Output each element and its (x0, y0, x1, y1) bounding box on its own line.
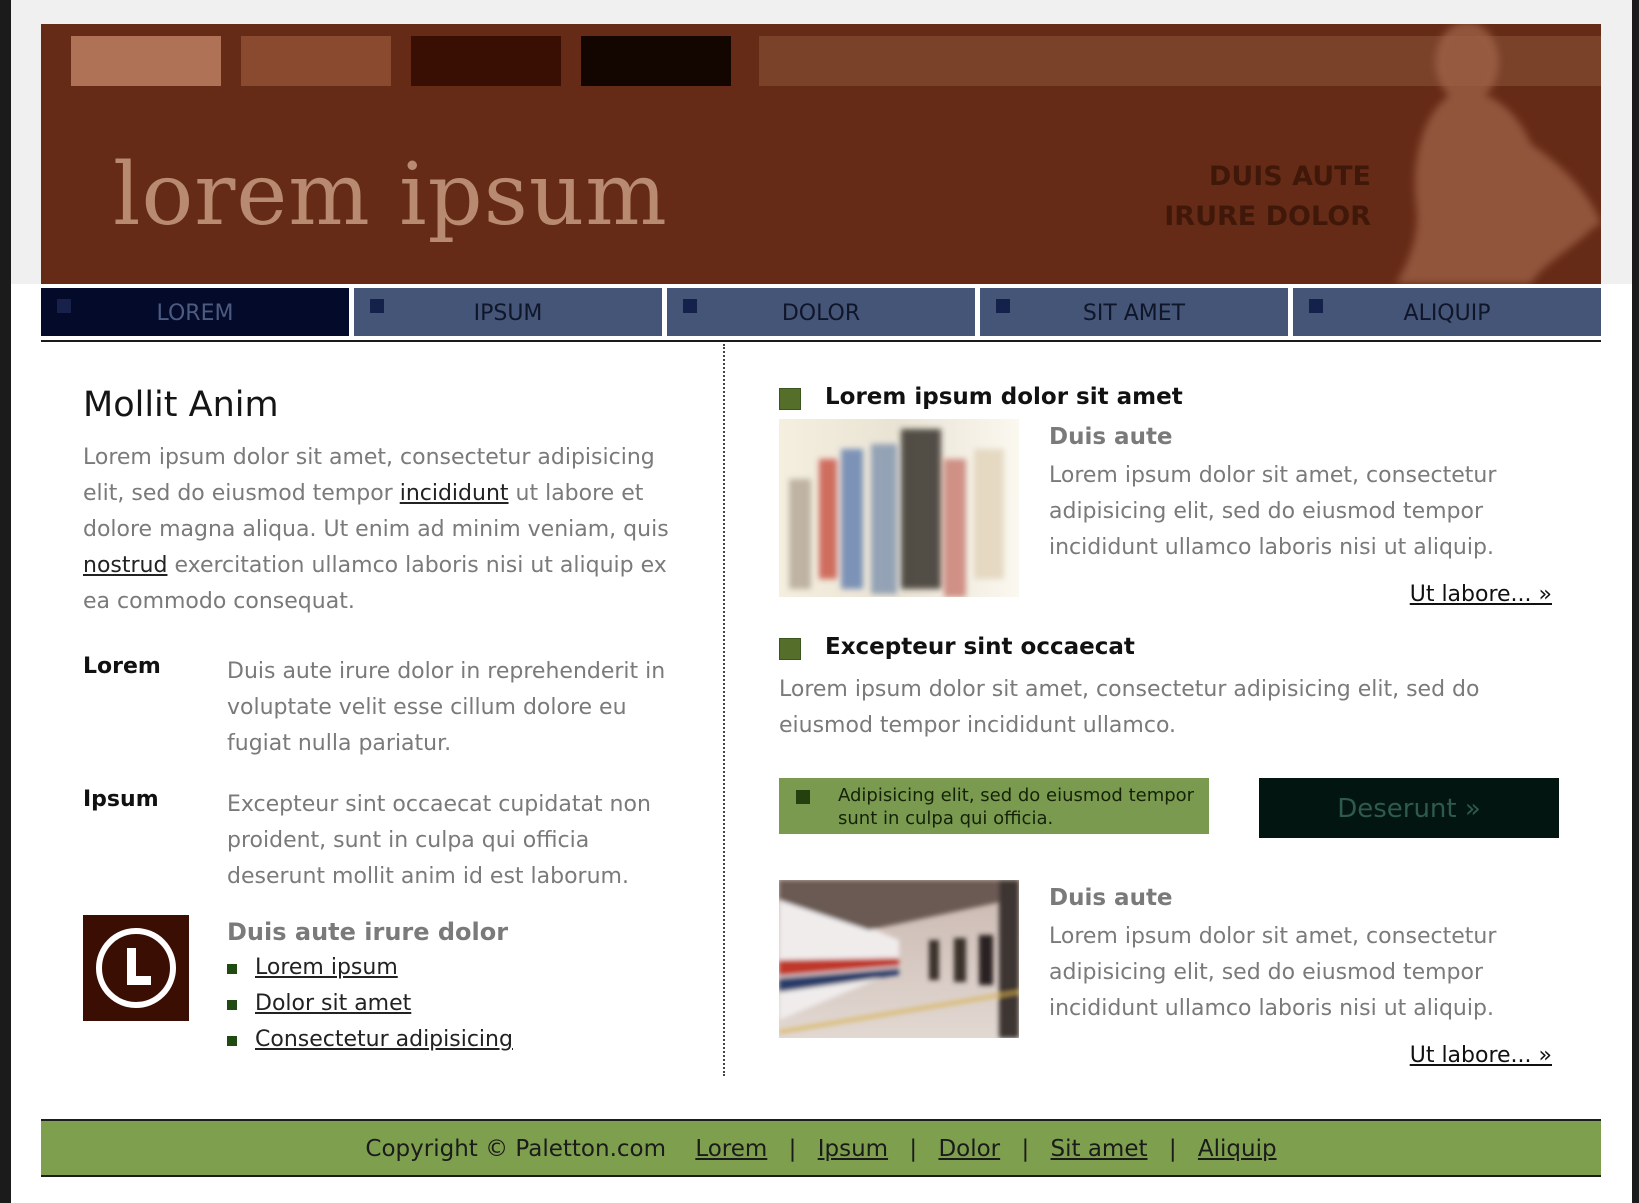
nav-item-ipsum[interactable]: IPSUM (354, 288, 662, 336)
definition-description: Excepteur sint occaecat cupidatat non pr… (227, 792, 651, 889)
article-subtitle: Duis aute (1049, 424, 1173, 450)
site-footer: Copyright © Paletton.com Lorem | Ipsum |… (41, 1119, 1601, 1177)
definition-description: Duis aute irure dolor in reprehenderit i… (227, 659, 666, 756)
nav-item-label: LOREM (156, 301, 234, 326)
intro-paragraph: Lorem ipsum dolor sit amet, consectetur … (83, 440, 683, 620)
list-item: Dolor sit amet (227, 986, 687, 1022)
read-more-link[interactable]: Ut labore... » (1410, 582, 1552, 607)
column-divider (723, 344, 725, 1076)
footer-link-sit-amet[interactable]: Sit amet (1051, 1136, 1148, 1162)
page-gutter-left (11, 24, 41, 284)
nav-item-lorem[interactable]: LOREM (41, 288, 349, 336)
article-body: Lorem ipsum dolor sit amet, consectetur … (1049, 924, 1497, 1021)
square-bullet-icon (683, 299, 697, 313)
square-bullet-icon (796, 790, 810, 804)
circled-letter-l-icon (83, 915, 189, 1021)
article-2: Duis aute Lorem ipsum dolor sit amet, co… (1049, 885, 1559, 1027)
nav-item-label: IPSUM (473, 301, 543, 326)
footer-separator: | (909, 1136, 918, 1162)
article-subtitle: Duis aute (1049, 885, 1173, 911)
notice-box: Adipisicing elit, sed do eiusmod tempor … (779, 778, 1209, 834)
deserunt-button[interactable]: Deserunt » (1259, 778, 1559, 838)
color-swatch-dark (411, 36, 561, 86)
header-tagline: DUIS AUTE IRURE DOLOR (1081, 157, 1371, 237)
copyright-text: Copyright © Paletton.com (365, 1136, 667, 1162)
nav-item-sit-amet[interactable]: SIT AMET (980, 288, 1288, 336)
square-bullet-icon (779, 638, 801, 660)
train-photo-image (779, 880, 1019, 1038)
link-dolor-sit-amet[interactable]: Dolor sit amet (255, 991, 411, 1016)
definition-term: Lorem (83, 654, 161, 679)
top-strip (11, 0, 1632, 24)
footer-link-ipsum[interactable]: Ipsum (818, 1136, 888, 1162)
window-edge-left (0, 0, 11, 1203)
intro-text: exercitation ullamco laboris nisi ut ali… (83, 553, 667, 614)
square-bullet-icon (779, 388, 801, 410)
article-1: Duis aute Lorem ipsum dolor sit amet, co… (1049, 424, 1559, 566)
notice-text: Adipisicing elit, sed do eiusmod tempor … (838, 785, 1195, 829)
nav-item-label: DOLOR (781, 301, 861, 326)
link-lorem-ipsum[interactable]: Lorem ipsum (255, 955, 398, 980)
footer-link-lorem[interactable]: Lorem (695, 1136, 767, 1162)
main-navigation: LOREM IPSUM DOLOR SIT AMET ALIQUIP (41, 288, 1601, 336)
tagline-line-2: IRURE DOLOR (1164, 201, 1371, 232)
square-bullet-icon (57, 299, 71, 313)
link-consectetur-adipisicing[interactable]: Consectetur adipisicing (255, 1027, 513, 1052)
color-swatch-medium (241, 36, 391, 86)
nav-item-label: SIT AMET (1082, 301, 1186, 326)
list-item: Lorem ipsum (227, 950, 687, 986)
footer-link-dolor[interactable]: Dolor (938, 1136, 1000, 1162)
site-header: lorem ipsum DUIS AUTE IRURE DOLOR (41, 24, 1601, 284)
section-heading-text: Excepteur sint occaecat (825, 634, 1135, 660)
color-swatch-light (71, 36, 221, 86)
square-bullet-icon (370, 299, 384, 313)
footer-link-aliquip[interactable]: Aliquip (1198, 1136, 1277, 1162)
left-column: Mollit Anim Lorem ipsum dolor sit amet, … (83, 384, 683, 620)
square-bullet-icon (1309, 299, 1323, 313)
article-body: Lorem ipsum dolor sit amet, consectetur … (1049, 463, 1497, 560)
list-item: Consectetur adipisicing (227, 1022, 687, 1058)
section-heading-text: Lorem ipsum dolor sit amet (825, 384, 1183, 410)
nav-item-aliquip[interactable]: ALIQUIP (1293, 288, 1601, 336)
nav-underline-divider (41, 340, 1601, 342)
definition-term: Ipsum (83, 787, 159, 812)
links-list: Lorem ipsum Dolor sit amet Consectetur a… (227, 950, 687, 1058)
incididunt-link[interactable]: incididunt (400, 481, 509, 506)
crowd-photo-image (779, 419, 1019, 597)
footer-separator: | (788, 1136, 797, 1162)
footer-separator: | (1021, 1136, 1030, 1162)
links-title: Duis aute irure dolor (227, 918, 509, 946)
woman-silhouette-image (1396, 24, 1601, 284)
nav-item-dolor[interactable]: DOLOR (667, 288, 975, 336)
nav-item-label: ALIQUIP (1403, 301, 1491, 326)
page-title: Mollit Anim (83, 385, 279, 425)
site-logo-text[interactable]: lorem ipsum (113, 152, 668, 238)
color-swatch-darkest (581, 36, 731, 86)
page-gutter-right (1601, 24, 1632, 284)
window-edge-right (1632, 0, 1639, 1203)
nostrud-link[interactable]: nostrud (83, 553, 167, 578)
square-bullet-icon (996, 299, 1010, 313)
read-more-link[interactable]: Ut labore... » (1410, 1043, 1552, 1068)
links-block: Duis aute irure dolor Lorem ipsum Dolor … (227, 918, 687, 1058)
tagline-line-1: DUIS AUTE (1208, 161, 1371, 192)
footer-separator: | (1168, 1136, 1177, 1162)
section-paragraph: Lorem ipsum dolor sit amet, consectetur … (779, 677, 1480, 738)
